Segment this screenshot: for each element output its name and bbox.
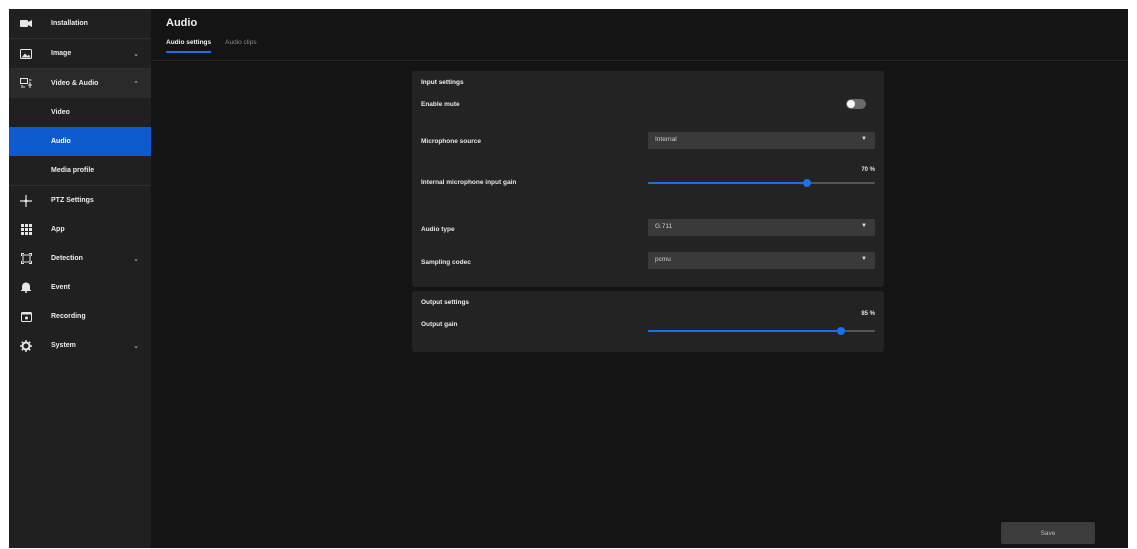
output-gain-slider[interactable] xyxy=(648,325,875,337)
slider-thumb[interactable] xyxy=(836,327,845,335)
output-gain-label: Output gain xyxy=(421,321,458,328)
sidebar-item-app[interactable]: App xyxy=(9,215,151,244)
microphone-source-label: Microphone source xyxy=(421,138,481,145)
audio-type-select[interactable]: G.711 ▼ xyxy=(648,219,875,236)
select-value: G.711 xyxy=(655,223,673,230)
sidebar-item-system[interactable]: System ⌄ xyxy=(9,331,151,360)
sidebar-item-image[interactable]: Image ⌄ xyxy=(9,39,151,68)
slider-thumb[interactable] xyxy=(802,179,811,187)
chevron-down-icon: ⌄ xyxy=(133,255,139,263)
chevron-down-icon: ⌄ xyxy=(133,342,139,350)
slider-fill xyxy=(648,330,841,332)
main-content: Audio Audio settings Audio clips Input s… xyxy=(151,9,1128,548)
save-button[interactable]: Save xyxy=(1001,522,1095,544)
image-icon xyxy=(19,47,33,61)
tab-audio-settings[interactable]: Audio settings xyxy=(166,39,212,53)
sidebar-item-event[interactable]: Event xyxy=(9,273,151,302)
output-settings-title: Output settings xyxy=(421,299,470,306)
select-value: pcmu xyxy=(655,256,671,263)
sidebar-item-label: Detection xyxy=(51,255,83,262)
sidebar-item-label: Video & Audio xyxy=(51,80,99,87)
sidebar-item-label: Event xyxy=(51,284,71,291)
enable-mute-label: Enable mute xyxy=(421,101,460,108)
sidebar-item-installation[interactable]: Installation xyxy=(9,9,151,38)
app-window: Installation Image ⌄ Video & Audio ⌃ Vid… xyxy=(9,9,1128,548)
app-grid-icon xyxy=(19,223,33,237)
ptz-icon xyxy=(19,194,33,208)
sidebar-item-detection[interactable]: Detection ⌄ xyxy=(9,244,151,273)
tab-bar: Audio settings Audio clips xyxy=(166,39,257,53)
sidebar: Installation Image ⌄ Video & Audio ⌃ Vid… xyxy=(9,9,151,548)
tab-audio-clips[interactable]: Audio clips xyxy=(225,39,256,53)
sidebar-item-video-audio[interactable]: Video & Audio ⌃ xyxy=(9,69,151,98)
caret-down-icon: ▼ xyxy=(861,256,867,262)
recording-icon xyxy=(19,310,33,324)
detection-icon xyxy=(19,252,33,266)
caret-down-icon: ▼ xyxy=(861,136,867,142)
input-settings-card: Input settings Enable mute Microphone so… xyxy=(412,71,884,287)
output-gain-value: 85 % xyxy=(861,311,875,317)
sampling-codec-select[interactable]: pcmu ▼ xyxy=(648,252,875,269)
enable-mute-toggle[interactable] xyxy=(846,99,866,109)
gear-icon xyxy=(19,339,33,353)
slider-fill xyxy=(648,182,807,184)
toggle-knob xyxy=(847,100,855,108)
sidebar-item-label: Image xyxy=(51,50,72,57)
sidebar-item-recording[interactable]: Recording xyxy=(9,302,151,331)
sidebar-item-label: Recording xyxy=(51,313,86,320)
sidebar-subitem-media-profile[interactable]: Media profile xyxy=(9,156,151,185)
header-divider xyxy=(151,60,1128,61)
caret-down-icon: ▼ xyxy=(861,223,867,229)
mic-gain-label: Internal microphone input gain xyxy=(421,179,517,186)
audio-type-label: Audio type xyxy=(421,226,455,233)
camera-icon xyxy=(19,17,33,31)
select-value: Internal xyxy=(655,136,677,143)
sidebar-item-label: PTZ Settings xyxy=(51,197,94,204)
sampling-codec-label: Sampling codec xyxy=(421,259,471,266)
sidebar-item-ptz-settings[interactable]: PTZ Settings xyxy=(9,186,151,215)
input-settings-title: Input settings xyxy=(421,79,464,86)
output-settings-card: Output settings 85 % Output gain xyxy=(412,291,884,352)
chevron-up-icon: ⌃ xyxy=(133,80,139,88)
page-title: Audio xyxy=(166,17,198,29)
microphone-source-select[interactable]: Internal ▼ xyxy=(648,132,875,149)
sidebar-subitem-audio[interactable]: Audio xyxy=(9,127,151,156)
chevron-down-icon: ⌄ xyxy=(133,50,139,58)
video-audio-icon xyxy=(19,77,33,91)
sidebar-item-label: System xyxy=(51,342,76,349)
sidebar-subitem-video[interactable]: Video xyxy=(9,98,151,127)
mic-gain-slider[interactable] xyxy=(648,177,875,189)
sidebar-item-label: App xyxy=(51,226,65,233)
mic-gain-value: 70 % xyxy=(861,167,875,173)
bell-icon xyxy=(19,281,33,295)
sidebar-item-label: Installation xyxy=(51,20,88,27)
